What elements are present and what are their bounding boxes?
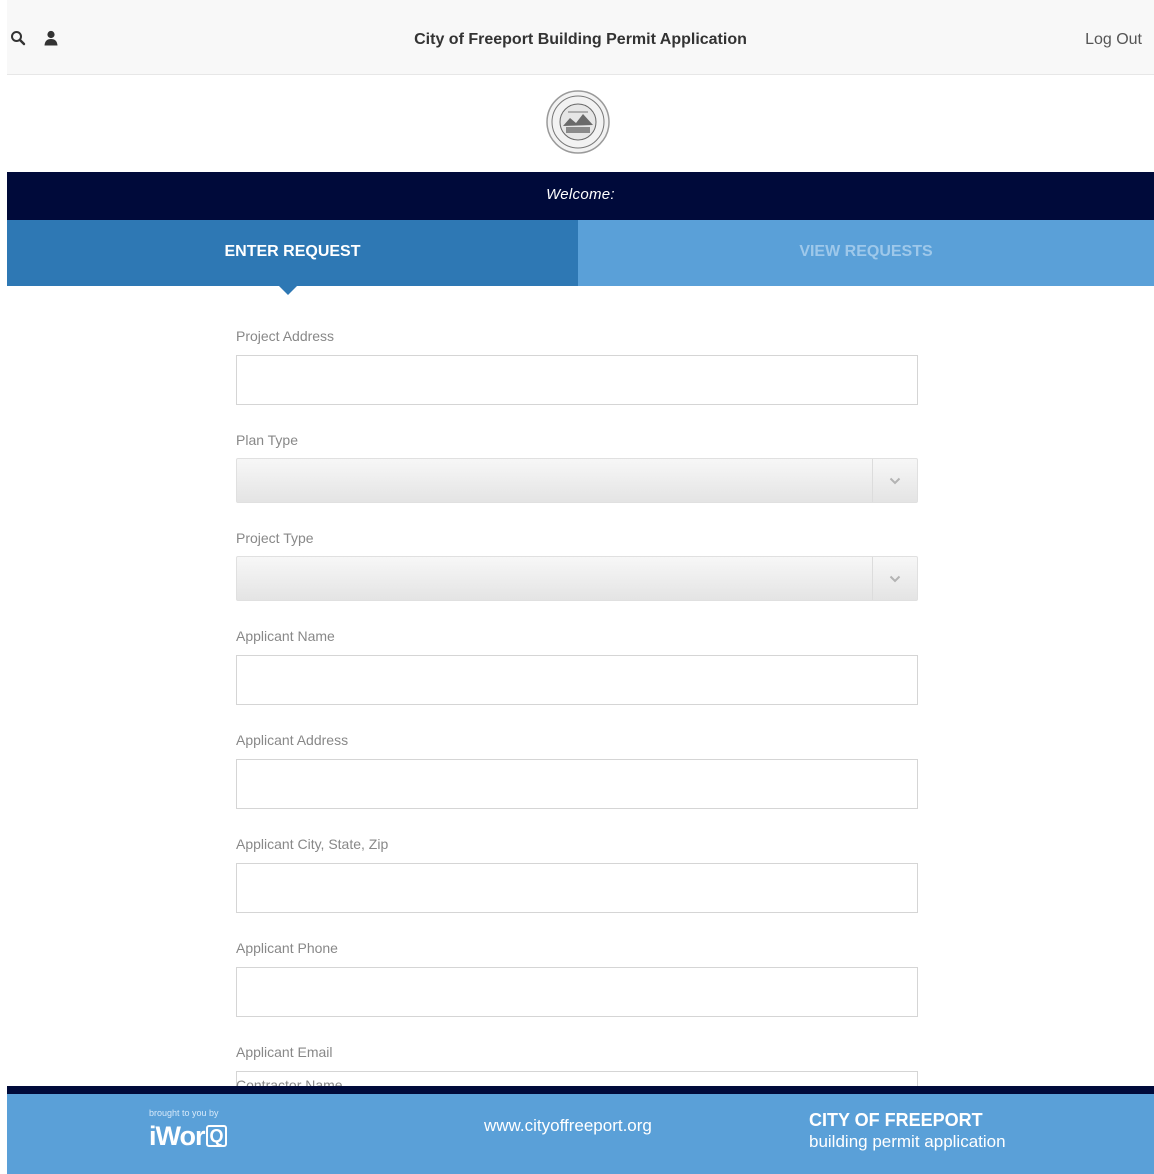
tab-view-requests-label: VIEW REQUESTS bbox=[799, 243, 933, 260]
applicant-name-input[interactable] bbox=[236, 655, 918, 705]
plan-type-dropdown-toggle[interactable] bbox=[872, 459, 917, 502]
brought-by-text: brought to you by bbox=[149, 1108, 219, 1118]
tab-enter-request-label: ENTER REQUEST bbox=[224, 243, 361, 260]
website-link[interactable]: www.cityoffreeport.org bbox=[484, 1116, 652, 1136]
tab-enter-request[interactable]: ENTER REQUEST bbox=[7, 220, 578, 295]
city-seal-logo bbox=[546, 90, 610, 154]
project-address-input[interactable] bbox=[236, 355, 918, 405]
applicant-phone-input[interactable] bbox=[236, 967, 918, 1017]
applicant-address-input[interactable] bbox=[236, 759, 918, 809]
app-title: City of Freeport Building Permit Applica… bbox=[414, 31, 747, 48]
tab-view-requests[interactable]: VIEW REQUESTS bbox=[578, 220, 1154, 286]
plan-type-label: Plan Type bbox=[236, 432, 299, 448]
permit-request-form: Project Address Plan Type Project Type A… bbox=[236, 326, 918, 1121]
footer-city-name: CITY OF FREEPORT bbox=[809, 1110, 983, 1130]
plan-type-select[interactable] bbox=[236, 458, 918, 503]
project-type-select[interactable] bbox=[236, 556, 918, 601]
project-type-dropdown-toggle[interactable] bbox=[872, 557, 917, 600]
footer-divider bbox=[7, 1086, 1154, 1094]
iworq-logo[interactable]: iWor Q bbox=[149, 1121, 227, 1152]
project-type-label: Project Type bbox=[236, 530, 314, 546]
welcome-bar: Welcome: bbox=[7, 172, 1154, 220]
active-tab-indicator bbox=[279, 286, 297, 295]
top-navbar: City of Freeport Building Permit Applica… bbox=[7, 0, 1154, 75]
applicant-name-label: Applicant Name bbox=[236, 628, 335, 644]
applicant-city-label: Applicant City, State, Zip bbox=[236, 836, 389, 852]
chevron-down-icon bbox=[889, 477, 901, 484]
applicant-phone-label: Applicant Phone bbox=[236, 940, 338, 956]
project-address-label: Project Address bbox=[236, 328, 335, 344]
footer-city-subtitle: building permit application bbox=[809, 1132, 1006, 1151]
applicant-email-label: Applicant Email bbox=[236, 1044, 333, 1060]
logout-link[interactable]: Log Out bbox=[1085, 31, 1142, 49]
applicant-address-label: Applicant Address bbox=[236, 732, 349, 748]
chevron-down-icon bbox=[889, 575, 901, 582]
iworq-brand-q: Q bbox=[205, 1125, 227, 1147]
applicant-city-input[interactable] bbox=[236, 863, 918, 913]
iworq-brand: iWor bbox=[149, 1121, 205, 1151]
tab-bar: ENTER REQUEST VIEW REQUESTS bbox=[7, 220, 1154, 295]
footer: brought to you by iWor Q www.cityoffreepo… bbox=[7, 1094, 1154, 1174]
